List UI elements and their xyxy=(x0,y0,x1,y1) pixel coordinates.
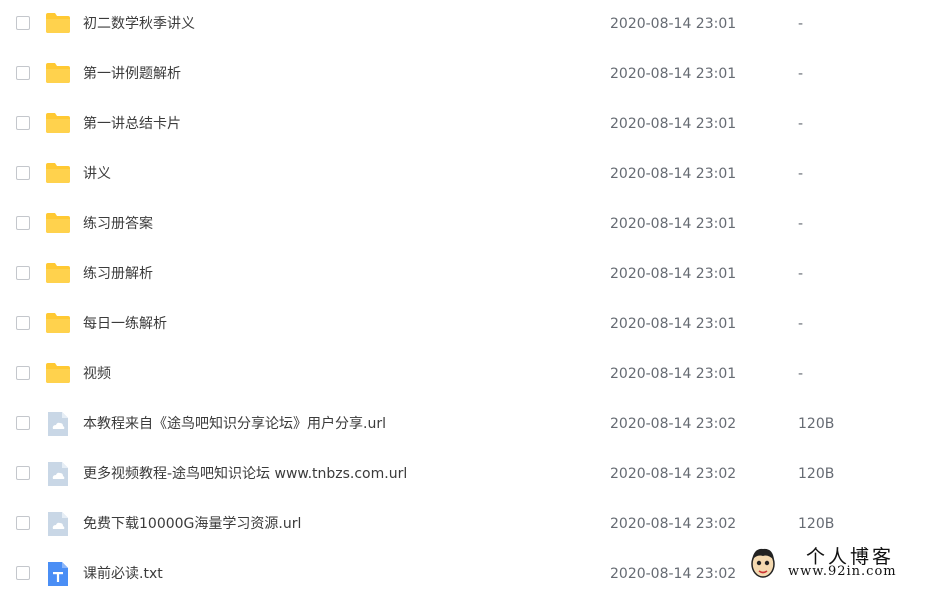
file-date: 2020-08-14 23:01 xyxy=(610,16,737,32)
folder-icon xyxy=(45,112,71,134)
file-row[interactable]: 每日一练解析 2020-08-14 23:01 - xyxy=(0,300,937,350)
row-checkbox[interactable] xyxy=(16,366,30,380)
file-name[interactable]: 初二数学秋季讲义 xyxy=(83,15,195,33)
avatar-icon xyxy=(751,548,775,578)
blog-watermark: 个人博客 www.92in.com xyxy=(740,540,937,584)
file-name[interactable]: 每日一练解析 xyxy=(83,315,167,333)
file-row[interactable]: 视频 2020-08-14 23:01 - xyxy=(0,350,937,400)
folder-icon xyxy=(45,212,71,234)
row-checkbox[interactable] xyxy=(16,216,30,230)
file-size: 120B xyxy=(798,516,835,532)
row-checkbox[interactable] xyxy=(16,266,30,280)
file-name[interactable]: 课前必读.txt xyxy=(83,565,163,583)
file-row[interactable]: 更多视频教程-途鸟吧知识论坛 www.tnbzs.com.url 2020-08-… xyxy=(0,450,937,500)
folder-icon xyxy=(45,162,71,184)
folder-icon xyxy=(45,12,71,34)
file-date: 2020-08-14 23:01 xyxy=(610,316,737,332)
row-checkbox[interactable] xyxy=(16,316,30,330)
file-row[interactable]: 初二数学秋季讲义 2020-08-14 23:01 - xyxy=(0,0,937,50)
file-name[interactable]: 更多视频教程-途鸟吧知识论坛 www.tnbzs.com.url xyxy=(83,465,407,483)
row-checkbox[interactable] xyxy=(16,116,30,130)
file-date: 2020-08-14 23:02 xyxy=(610,516,737,532)
file-size: 120B xyxy=(798,416,835,432)
file-name[interactable]: 第一讲总结卡片 xyxy=(83,115,181,133)
row-checkbox[interactable] xyxy=(16,166,30,180)
text-file-icon xyxy=(45,562,71,586)
file-date: 2020-08-14 23:01 xyxy=(610,366,737,382)
folder-icon xyxy=(45,362,71,384)
file-size: - xyxy=(798,116,804,132)
file-date: 2020-08-14 23:01 xyxy=(610,216,737,232)
row-checkbox[interactable] xyxy=(16,466,30,480)
file-name[interactable]: 练习册答案 xyxy=(83,215,153,233)
file-date: 2020-08-14 23:01 xyxy=(610,116,737,132)
file-row[interactable]: 本教程来自《途鸟吧知识分享论坛》用户分享.url 2020-08-14 23:02… xyxy=(0,400,937,450)
file-size: - xyxy=(798,66,804,82)
file-row[interactable]: 第一讲总结卡片 2020-08-14 23:01 - xyxy=(0,100,937,150)
file-size: - xyxy=(798,316,804,332)
file-row[interactable]: 讲义 2020-08-14 23:01 - xyxy=(0,150,937,200)
file-size: - xyxy=(798,366,804,382)
file-size: - xyxy=(798,266,804,282)
file-name[interactable]: 本教程来自《途鸟吧知识分享论坛》用户分享.url xyxy=(83,415,386,433)
file-date: 2020-08-14 23:01 xyxy=(610,166,737,182)
folder-icon xyxy=(45,62,71,84)
row-checkbox[interactable] xyxy=(16,416,30,430)
file-size: - xyxy=(798,166,804,182)
row-checkbox[interactable] xyxy=(16,16,30,30)
file-name[interactable]: 讲义 xyxy=(83,165,111,183)
file-name[interactable]: 免费下载10000G海量学习资源.url xyxy=(83,515,301,533)
file-list: 初二数学秋季讲义 2020-08-14 23:01 - 第一讲例题解析 2020-08-… xyxy=(0,0,937,600)
file-name[interactable]: 视频 xyxy=(83,365,111,383)
file-date: 2020-08-14 23:01 xyxy=(610,66,737,82)
file-name[interactable]: 练习册解析 xyxy=(83,265,153,283)
link-file-icon xyxy=(45,512,71,536)
link-file-icon xyxy=(45,412,71,436)
file-date: 2020-08-14 23:01 xyxy=(610,266,737,282)
file-size: - xyxy=(798,16,804,32)
row-checkbox[interactable] xyxy=(16,566,30,580)
file-row[interactable]: 练习册答案 2020-08-14 23:01 - xyxy=(0,200,937,250)
file-name[interactable]: 第一讲例题解析 xyxy=(83,65,181,83)
file-row[interactable]: 第一讲例题解析 2020-08-14 23:01 - xyxy=(0,50,937,100)
file-size: 120B xyxy=(798,466,835,482)
folder-icon xyxy=(45,312,71,334)
folder-icon xyxy=(45,262,71,284)
row-checkbox[interactable] xyxy=(16,66,30,80)
row-checkbox[interactable] xyxy=(16,516,30,530)
file-size: - xyxy=(798,216,804,232)
watermark-url: www.92in.com xyxy=(788,564,897,579)
link-file-icon xyxy=(45,462,71,486)
file-row[interactable]: 练习册解析 2020-08-14 23:01 - xyxy=(0,250,937,300)
file-date: 2020-08-14 23:02 xyxy=(610,466,737,482)
file-date: 2020-08-14 23:02 xyxy=(610,416,737,432)
file-date: 2020-08-14 23:02 xyxy=(610,566,737,582)
